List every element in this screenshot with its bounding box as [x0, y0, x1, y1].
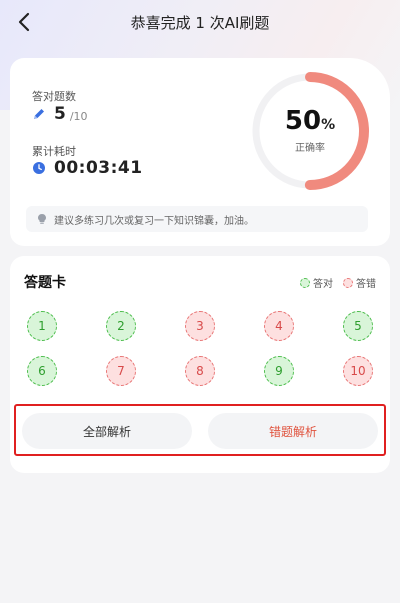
legend-correct-dot: [300, 277, 310, 288]
elapsed-time-value: 00:03:41: [54, 158, 143, 178]
question-8-button[interactable]: 8: [185, 356, 215, 386]
back-button[interactable]: [10, 8, 38, 36]
total-count-value: /10: [69, 109, 88, 123]
question-3-button[interactable]: 3: [185, 311, 215, 341]
question-9-button[interactable]: 9: [264, 356, 294, 386]
answer-sheet-title: 答题卡: [24, 275, 66, 291]
tip-text: 建议多练习几次或复习一下知识锦囊，加油。: [54, 215, 254, 227]
answer-sheet-card: 答题卡 答对 答错 1 2 3 4 5 6 7 8 9 10 全部解析 错题解析: [10, 256, 390, 473]
chevron-left-icon: [18, 12, 30, 32]
question-5-button[interactable]: 5: [343, 311, 373, 341]
question-4-button[interactable]: 4: [264, 311, 294, 341]
answer-legend: 答对 答错: [290, 275, 376, 290]
question-7-button[interactable]: 7: [106, 356, 136, 386]
correct-count-label: 答对题数: [32, 90, 76, 103]
page-title: 恭喜完成 1 次AI刷题: [130, 13, 270, 32]
elapsed-time-label: 累计耗时: [32, 145, 76, 158]
all-analysis-button[interactable]: 全部解析: [22, 413, 192, 449]
correct-count-row: 5 /10: [32, 104, 88, 124]
bulb-icon: [38, 214, 46, 224]
header-bar: 恭喜完成 1 次AI刷题: [0, 0, 400, 44]
legend-wrong: 答错: [343, 275, 376, 290]
result-stats-card: 答对题数 5 /10 累计耗时 00:03:41 50% 正确率 建议多练习几次…: [10, 58, 390, 246]
question-2-button[interactable]: 2: [106, 311, 136, 341]
accuracy-label: 正确率: [295, 143, 325, 154]
question-1-button[interactable]: 1: [27, 311, 57, 341]
correct-count-value: 5: [54, 104, 66, 124]
question-grid: 1 2 3 4 5 6 7 8 9 10: [10, 311, 390, 401]
legend-correct-label: 答对: [313, 279, 333, 290]
question-6-button[interactable]: 6: [27, 356, 57, 386]
legend-correct: 答对: [300, 275, 333, 290]
accuracy-value: 50: [284, 106, 322, 136]
legend-wrong-label: 答错: [356, 279, 376, 290]
question-10-button[interactable]: 10: [343, 356, 373, 386]
accuracy-readout: 50% 正确率: [250, 71, 370, 191]
clock-icon: [33, 162, 45, 174]
legend-wrong-dot: [343, 277, 353, 288]
pencil-icon: [34, 109, 44, 119]
wrong-analysis-button[interactable]: 错题解析: [208, 413, 378, 449]
tip-bar: 建议多练习几次或复习一下知识锦囊，加油。: [26, 206, 368, 232]
elapsed-time-row: 00:03:41: [32, 158, 143, 178]
accuracy-percent-sign: %: [321, 117, 336, 133]
